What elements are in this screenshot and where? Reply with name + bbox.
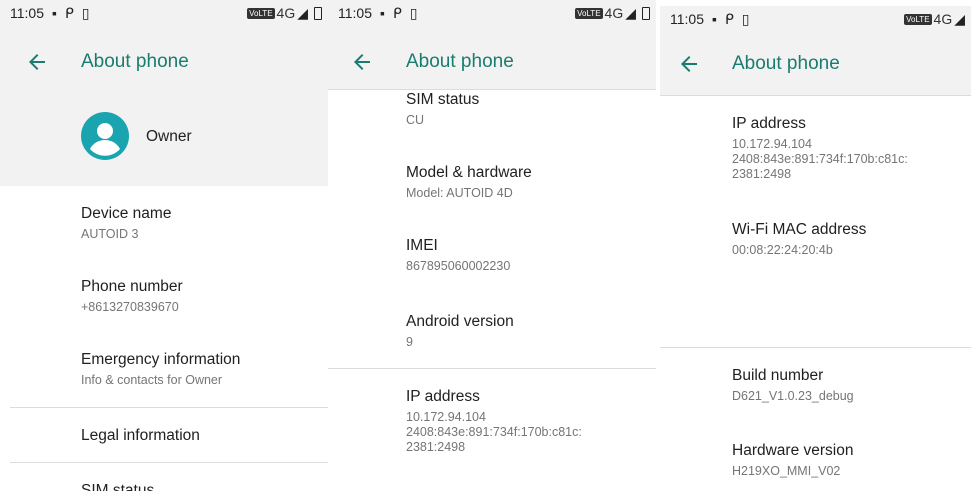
item-summary: 10.172.94.104 2408:843e:891:734f:170b:c8… [732, 137, 908, 181]
list-item-emergency-info[interactable]: Emergency information Info & contacts fo… [81, 350, 318, 388]
status-bar: 11:05 ▪ ᑭ ▯ VoLTE 4G ◢ [328, 0, 656, 26]
back-arrow-icon[interactable] [677, 52, 701, 76]
owner-name: Owner [146, 128, 192, 145]
network-type: 4G [933, 11, 953, 27]
status-bar: 11:05 ▪ ᑭ ▯ VoLTE 4G ◢ [660, 6, 971, 32]
parking-icon: ᑭ [64, 4, 74, 21]
item-label: Build number [732, 367, 824, 384]
item-summary: 00:08:22:24:20:4b [732, 243, 833, 257]
account-avatar-icon [81, 112, 129, 160]
signal-icon: ◢ [625, 4, 636, 21]
gallery-icon: ▪ [380, 5, 385, 21]
page-title: About phone [81, 51, 189, 72]
parking-icon: ᑭ [392, 4, 402, 21]
list-item-sim-status[interactable]: SIM status CU [406, 90, 646, 128]
item-summary: Info & contacts for Owner [81, 373, 223, 387]
app-bar: About phone [0, 34, 328, 90]
item-label: Android version [406, 313, 514, 330]
about-phone-screen-2: 11:05 ▪ ᑭ ▯ VoLTE 4G ◢ About phone SIM s… [328, 0, 656, 491]
screen-icon: ▯ [81, 4, 90, 21]
list-item-imei[interactable]: IMEI 867895060002230 [406, 236, 646, 274]
back-arrow-icon[interactable] [25, 50, 49, 74]
status-bar: 11:05 ▪ ᑭ ▯ VoLTE 4G ◢ [0, 0, 328, 26]
settings-list: IP address 10.172.94.104 2408:843e:891:7… [660, 96, 971, 497]
item-label: Wi-Fi MAC address [732, 221, 867, 238]
about-phone-screen-3: 11:05 ▪ ᑭ ▯ VoLTE 4G ◢ About phone IP ad… [660, 6, 971, 497]
screen-icon: ▯ [741, 10, 750, 27]
app-bar: About phone [328, 34, 656, 90]
battery-icon [642, 6, 650, 20]
volte-badge: VoLTE [575, 7, 603, 19]
divider [10, 462, 328, 463]
settings-list: SIM status CU Model & hardware Model: AU… [328, 90, 656, 491]
item-label: Hardware version [732, 442, 854, 459]
settings-list: Device name AUTOID 3 Phone number +86132… [0, 186, 328, 491]
item-summary: 867895060002230 [406, 259, 511, 273]
about-phone-screen-1: 11:05 ▪ ᑭ ▯ VoLTE 4G ◢ About phone Owner… [0, 0, 328, 491]
parking-icon: ᑭ [724, 10, 734, 27]
owner-row[interactable]: Owner [0, 90, 328, 186]
gallery-icon: ▪ [712, 11, 717, 27]
volte-badge: VoLTE [904, 13, 932, 25]
list-item-ip-address[interactable]: IP address 10.172.94.104 2408:843e:891:7… [406, 387, 646, 455]
list-item-legal-info[interactable]: Legal information [81, 426, 318, 446]
item-summary: CU [406, 113, 425, 127]
list-item-ip-address[interactable]: IP address 10.172.94.104 2408:843e:891:7… [732, 114, 961, 182]
status-time: 11:05 [10, 5, 44, 21]
item-label: SIM status [406, 91, 480, 108]
list-item-android-version[interactable]: Android version 9 [406, 312, 646, 350]
item-label: Legal information [81, 427, 200, 444]
network-type: 4G [604, 5, 624, 21]
screenshot-collage: 11:05 ▪ ᑭ ▯ VoLTE 4G ◢ About phone Owner… [0, 0, 971, 497]
item-summary: AUTOID 3 [81, 227, 139, 241]
back-arrow-icon[interactable] [350, 50, 374, 74]
gallery-icon: ▪ [52, 5, 57, 21]
list-item-build-number[interactable]: Build number D621_V1.0.23_debug [732, 366, 961, 404]
status-time: 11:05 [338, 5, 372, 21]
item-summary: 9 [406, 335, 413, 349]
item-summary: Model: AUTOID 4D [406, 186, 513, 200]
app-bar: About phone [660, 36, 971, 92]
item-label: SIM status [81, 482, 155, 491]
item-label: Model & hardware [406, 164, 532, 181]
page-title: About phone [732, 53, 840, 74]
volte-badge: VoLTE [247, 7, 275, 19]
item-label: IP address [732, 115, 806, 132]
list-item-model-hardware[interactable]: Model & hardware Model: AUTOID 4D [406, 163, 646, 201]
item-label: Phone number [81, 278, 183, 295]
item-label: Emergency information [81, 351, 241, 368]
item-label: IMEI [406, 237, 438, 254]
item-summary: +8613270839670 [81, 300, 179, 314]
signal-icon: ◢ [954, 10, 965, 27]
status-time: 11:05 [670, 11, 704, 27]
list-item-sim-status[interactable]: SIM status [81, 481, 318, 491]
list-item-wifi-mac[interactable]: Wi-Fi MAC address 00:08:22:24:20:4b [732, 220, 961, 258]
item-summary: H219XO_MMI_V02 [732, 464, 841, 478]
list-item-phone-number[interactable]: Phone number +8613270839670 [81, 277, 318, 315]
signal-icon: ◢ [297, 4, 308, 21]
divider [660, 347, 971, 348]
item-summary: D621_V1.0.23_debug [732, 389, 854, 403]
network-type: 4G [276, 5, 296, 21]
page-title: About phone [406, 51, 514, 72]
item-summary: 10.172.94.104 2408:843e:891:734f:170b:c8… [406, 410, 582, 454]
list-item-hardware-version[interactable]: Hardware version H219XO_MMI_V02 [732, 441, 961, 479]
item-label: Device name [81, 205, 172, 222]
list-item-device-name[interactable]: Device name AUTOID 3 [81, 204, 318, 242]
screen-icon: ▯ [409, 4, 418, 21]
divider [10, 407, 328, 408]
divider [328, 368, 656, 369]
item-label: IP address [406, 388, 480, 405]
battery-icon [314, 6, 322, 20]
